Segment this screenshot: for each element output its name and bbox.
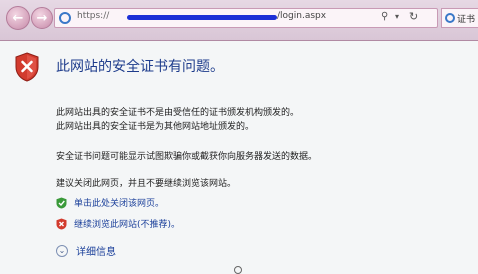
back-button[interactable]: ← <box>6 6 30 30</box>
close-page-label[interactable]: 单击此处关闭该网页。 <box>74 196 164 209</box>
warning-paragraph: 此网站出具的安全证书不是由受信任的证书颁发机构颁发的。 此网站出具的安全证书是为… <box>56 106 299 134</box>
recommendation-paragraph: 建议关闭此网页，并且不要继续浏览该网站。 <box>56 179 237 189</box>
details-toggle[interactable]: ⌄ 详细信息 <box>56 243 116 258</box>
tab-label: 证书 <box>457 15 476 25</box>
close-page-link[interactable]: 单击此处关闭该网页。 <box>56 196 164 209</box>
browser-toolbar: ← → https:// /login.aspx ⚲ ▾ ↻ 证书 <box>0 0 478 40</box>
warning-line: 此网站出具的安全证书不是由受信任的证书颁发机构颁发的。 <box>56 108 300 118</box>
redaction-mark <box>127 15 277 20</box>
refresh-icon[interactable]: ↻ <box>409 10 418 23</box>
red-shield-icon <box>56 218 67 229</box>
security-shield-icon <box>15 52 39 82</box>
ie-icon <box>445 13 455 23</box>
continue-label[interactable]: 继续浏览此网站(不推荐)。 <box>74 217 180 230</box>
warning-line: 此网站出具的安全证书是为其他网站地址颁发的。 <box>56 122 255 132</box>
risk-paragraph: 安全证书问题可能显示试图欺骗你或截获你向服务器发送的数据。 <box>56 152 318 162</box>
url-prefix: https:// <box>77 11 110 21</box>
address-bar[interactable]: https:// /login.aspx ⚲ ▾ ↻ <box>54 8 438 28</box>
chevron-down-icon[interactable]: ▾ <box>395 12 399 21</box>
chevron-down-icon: ⌄ <box>56 244 68 257</box>
forward-button[interactable]: → <box>31 7 53 29</box>
ie-icon <box>59 12 71 24</box>
url-suffix: /login.aspx <box>277 11 327 21</box>
toolbar-divider <box>0 40 478 41</box>
continue-link[interactable]: 继续浏览此网站(不推荐)。 <box>56 217 180 230</box>
mouse-cursor <box>234 266 242 274</box>
search-icon[interactable]: ⚲ <box>381 11 388 22</box>
details-label[interactable]: 详细信息 <box>76 243 116 258</box>
page-title: 此网站的安全证书有问题。 <box>56 59 224 75</box>
tab-certificate[interactable]: 证书 <box>441 8 478 28</box>
green-shield-icon <box>56 197 67 208</box>
